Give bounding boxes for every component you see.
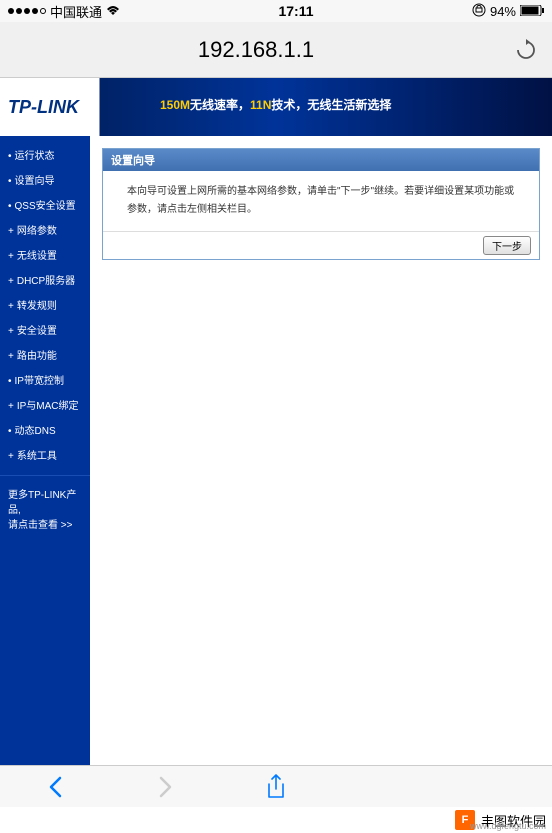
banner: TP-LINK 150M无线速率，11N技术，无线生活新选择 (0, 78, 552, 136)
sidebar-item-routing[interactable]: 路由功能 (0, 342, 90, 367)
router-page: TP-LINK 150M无线速率，11N技术，无线生活新选择 运行状态 设置向导… (0, 78, 552, 766)
battery-percent: 94% (490, 4, 516, 19)
sidebar-item-network[interactable]: 网络参数 (0, 217, 90, 242)
wizard-box: 设置向导 本向导可设置上网所需的基本网络参数，请单击"下一步"继续。若要详细设置… (102, 148, 540, 260)
url-field[interactable]: 192.168.1.1 (12, 37, 500, 63)
clock: 17:11 (120, 3, 472, 19)
sidebar-item-forward[interactable]: 转发规则 (0, 292, 90, 317)
wizard-body: 本向导可设置上网所需的基本网络参数，请单击"下一步"继续。若要详细设置某项功能或… (103, 171, 539, 231)
sidebar-item-ddns[interactable]: 动态DNS (0, 417, 90, 442)
status-left: 中国联通 (8, 2, 120, 21)
status-bar: 中国联通 17:11 94% (0, 0, 552, 22)
battery-icon (520, 4, 544, 19)
safari-toolbar (0, 765, 552, 807)
banner-slogan: 150M无线速率，11N技术，无线生活新选择 (160, 96, 391, 113)
content-pane: 设置向导 本向导可设置上网所需的基本网络参数，请单击"下一步"继续。若要详细设置… (90, 136, 552, 766)
sidebar-item-security[interactable]: 安全设置 (0, 317, 90, 342)
sidebar: 运行状态 设置向导 QSS安全设置 网络参数 无线设置 DHCP服务器 转发规则… (0, 136, 90, 766)
sidebar-menu: 运行状态 设置向导 QSS安全设置 网络参数 无线设置 DHCP服务器 转发规则… (0, 142, 90, 467)
wifi-icon (106, 4, 120, 19)
sidebar-item-dhcp[interactable]: DHCP服务器 (0, 267, 90, 292)
signal-icon (8, 8, 46, 14)
main-area: 运行状态 设置向导 QSS安全设置 网络参数 无线设置 DHCP服务器 转发规则… (0, 136, 552, 766)
reload-button[interactable] (512, 36, 540, 64)
share-button[interactable] (261, 772, 291, 802)
status-right: 94% (472, 3, 544, 20)
sidebar-more-link[interactable]: 更多TP-LINK产品, 请点击查看 >> (0, 475, 90, 541)
back-button[interactable] (40, 772, 70, 802)
sidebar-item-ipmac[interactable]: IP与MAC绑定 (0, 392, 90, 417)
forward-button[interactable] (151, 772, 181, 802)
sidebar-item-qss[interactable]: QSS安全设置 (0, 192, 90, 217)
sidebar-item-system[interactable]: 系统工具 (0, 442, 90, 467)
carrier-label: 中国联通 (50, 2, 102, 21)
address-bar: 192.168.1.1 (0, 22, 552, 78)
sidebar-item-wizard[interactable]: 设置向导 (0, 167, 90, 192)
sidebar-item-wireless[interactable]: 无线设置 (0, 242, 90, 267)
wizard-title: 设置向导 (103, 149, 539, 171)
next-button[interactable]: 下一步 (483, 236, 531, 255)
watermark-url: www.dgfengtu.com (470, 821, 546, 831)
sidebar-item-status[interactable]: 运行状态 (0, 142, 90, 167)
wizard-footer: 下一步 (103, 231, 539, 259)
sidebar-item-bandwidth[interactable]: IP带宽控制 (0, 367, 90, 392)
orientation-lock-icon (472, 3, 486, 20)
tplink-logo: TP-LINK (0, 97, 79, 118)
